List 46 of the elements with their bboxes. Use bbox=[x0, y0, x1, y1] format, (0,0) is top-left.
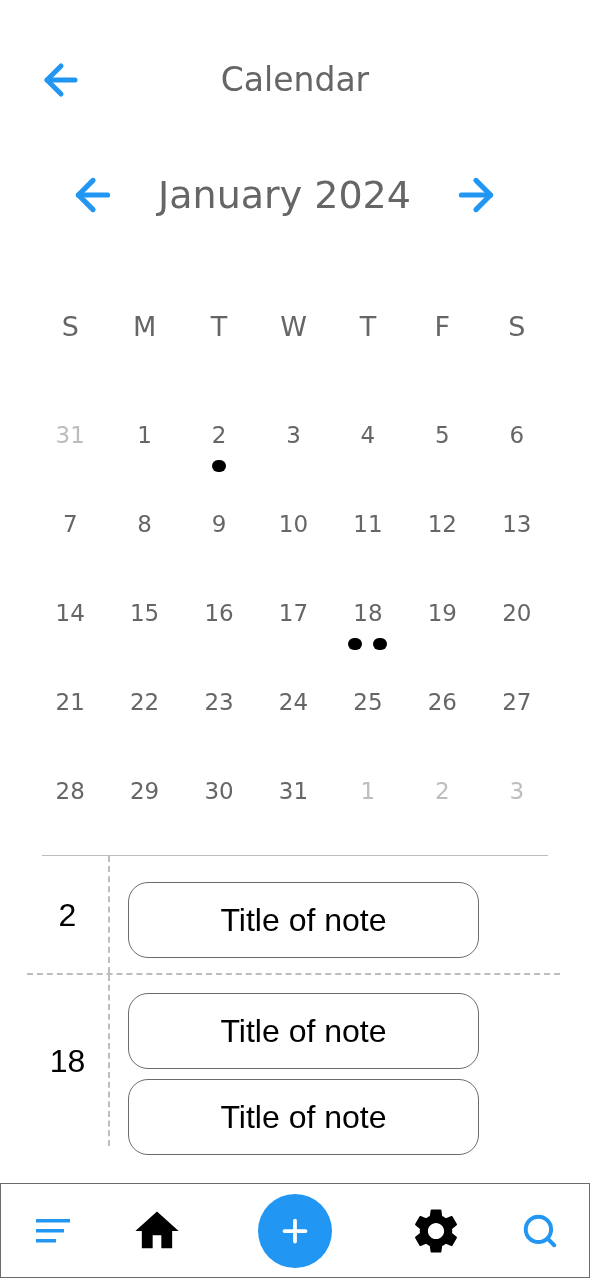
calendar-day[interactable]: 19 bbox=[427, 598, 457, 628]
note-day: 18 bbox=[49, 1036, 86, 1085]
calendar-day[interactable]: 16 bbox=[204, 598, 234, 628]
weekday-label: W bbox=[279, 309, 308, 344]
calendar-day[interactable]: 22 bbox=[130, 687, 160, 717]
calendar-day[interactable]: 4 bbox=[360, 420, 376, 450]
note-card[interactable]: Title of note bbox=[128, 1079, 479, 1155]
weekday-label: S bbox=[60, 309, 80, 344]
calendar-day[interactable]: 6 bbox=[509, 420, 525, 450]
month-label: January 2024 bbox=[155, 171, 412, 219]
calendar-day[interactable]: 2 bbox=[211, 420, 227, 450]
calendar-day[interactable]: 12 bbox=[427, 509, 457, 539]
note-day: 2 bbox=[58, 890, 77, 939]
calendar-day[interactable]: 28 bbox=[55, 776, 85, 806]
weekday-label: T bbox=[358, 309, 378, 344]
calendar-day[interactable]: 24 bbox=[278, 687, 309, 717]
calendar-day[interactable]: 15 bbox=[130, 598, 160, 628]
note-card[interactable]: Title of note bbox=[128, 882, 479, 958]
calendar-day[interactable]: 13 bbox=[502, 509, 532, 539]
calendar-day[interactable]: 9 bbox=[211, 509, 227, 539]
calendar-day[interactable]: 8 bbox=[137, 509, 152, 539]
calendar-day[interactable]: 30 bbox=[204, 776, 234, 806]
weekday-label: M bbox=[132, 309, 158, 344]
calendar-day[interactable]: 10 bbox=[278, 509, 309, 539]
page-title: Calendar bbox=[219, 59, 371, 102]
calendar-day[interactable]: 23 bbox=[204, 687, 234, 717]
calendar-day[interactable]: 17 bbox=[278, 598, 309, 628]
calendar-day[interactable]: 14 bbox=[55, 598, 85, 628]
calendar-day[interactable]: 31 bbox=[278, 776, 309, 806]
weekday-label: S bbox=[507, 309, 527, 344]
calendar-day[interactable]: 11 bbox=[353, 509, 383, 539]
calendar-day[interactable]: 1 bbox=[137, 420, 152, 450]
calendar-day[interactable]: 3 bbox=[286, 420, 301, 450]
calendar-day[interactable]: 29 bbox=[130, 776, 160, 806]
calendar-day[interactable]: 25 bbox=[353, 687, 383, 717]
note-card[interactable]: Title of note bbox=[128, 993, 479, 1069]
calendar-day[interactable]: 5 bbox=[435, 420, 450, 450]
calendar-day[interactable]: 18 bbox=[353, 598, 383, 628]
calendar-day[interactable]: 20 bbox=[502, 598, 532, 628]
calendar-day[interactable]: 26 bbox=[427, 687, 457, 717]
calendar-day[interactable]: 27 bbox=[502, 687, 532, 717]
calendar-day[interactable]: 21 bbox=[55, 687, 85, 717]
weekday-label: T bbox=[209, 309, 229, 344]
calendar-day[interactable]: 7 bbox=[62, 509, 78, 539]
menu-icon[interactable] bbox=[35, 1217, 70, 1244]
weekday-label: F bbox=[433, 309, 452, 344]
